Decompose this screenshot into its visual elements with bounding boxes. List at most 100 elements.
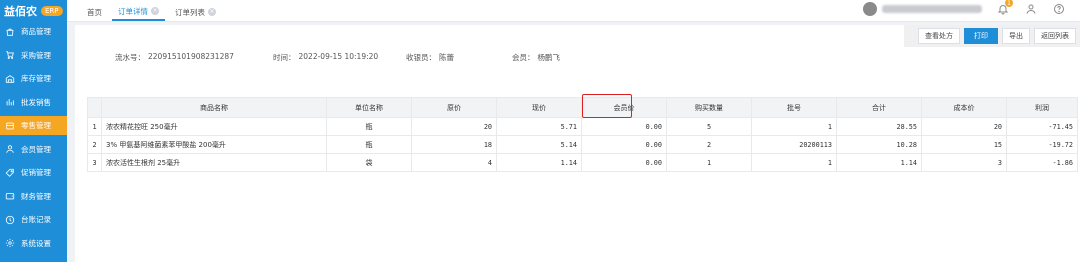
- user-profile[interactable]: [863, 2, 982, 16]
- column-header: 单位名称: [326, 97, 412, 118]
- cart-icon: [5, 50, 15, 60]
- sidebar-item-label: 库存管理: [21, 74, 51, 83]
- tab-label: 首页: [87, 7, 102, 17]
- table-cell: 5.14: [496, 135, 582, 154]
- column-header: 利润: [1006, 97, 1078, 118]
- sidebar-item-5[interactable]: 会员管理: [0, 140, 67, 159]
- table-cell: 1: [666, 153, 752, 172]
- user-icon[interactable]: [1024, 2, 1038, 16]
- sidebar-item-1[interactable]: 采购管理: [0, 46, 67, 65]
- table-cell: 3% 甲氨基阿维菌素苯甲酸盐 200毫升: [101, 135, 327, 154]
- serial-number: 流水号： 220915101908231287: [115, 52, 273, 63]
- table-cell: 28.55: [836, 117, 922, 136]
- table-cell: 20200113: [751, 135, 837, 154]
- bell-icon[interactable]: 1: [996, 0, 1013, 16]
- avatar[interactable]: [863, 2, 877, 16]
- table-cell: 2: [87, 135, 102, 154]
- serial-value: 220915101908231287: [148, 52, 234, 61]
- sidebar-item-8[interactable]: 台账记录: [0, 210, 67, 229]
- table-cell: 浓农精花控旺 250毫升: [101, 117, 327, 136]
- table-cell: 瓶: [326, 135, 412, 154]
- cashier-label: 收银员：: [406, 53, 436, 62]
- table-cell: -19.72: [1006, 135, 1078, 154]
- column-header: 成本价: [921, 97, 1007, 118]
- table-row[interactable]: 1 浓农精花控旺 250毫升瓶 20 5.71 0.00 5 1 28.55 20 -71.45: [87, 117, 1078, 136]
- back-to-list-button[interactable]: 返回列表: [1034, 28, 1076, 44]
- table-cell: 4: [411, 153, 497, 172]
- notification-badge: 1: [1005, 0, 1013, 7]
- table-cell: 10.28: [836, 135, 922, 154]
- table-cell: 5: [666, 117, 752, 136]
- brand-badge: ERP: [41, 6, 63, 16]
- user-icon: [5, 144, 15, 154]
- sidebar-item-4[interactable]: 零售管理: [0, 116, 67, 135]
- tab-label: 订单详情: [118, 6, 148, 16]
- table-cell: 3: [87, 153, 102, 172]
- export-button[interactable]: 导出: [1002, 28, 1030, 44]
- bag-icon: [5, 27, 15, 37]
- sidebar-item-label: 促销管理: [21, 168, 51, 177]
- table-row[interactable]: 3 浓农活性生根剂 25毫升袋 4 1.14 0.00 1 1 1.14 3 -1.86: [87, 153, 1078, 172]
- column-header: 合计: [836, 97, 922, 118]
- close-icon[interactable]: ×: [208, 8, 216, 16]
- sidebar-item-label: 台账记录: [21, 215, 51, 224]
- main-panel: 查看处方 打印 导出 返回列表 流水号： 220915101908231287 …: [75, 25, 1080, 262]
- topbar: 首页 订单详情 × 订单列表 × 1: [67, 0, 1080, 22]
- table-cell: 20: [411, 117, 497, 136]
- column-header: 商品名称: [101, 97, 327, 118]
- member: 会员： 杨鹏飞: [512, 52, 560, 63]
- view-prescription-button[interactable]: 查看处方: [918, 28, 960, 44]
- sidebar-item-label: 批发销售: [21, 97, 51, 107]
- sidebar-item-9[interactable]: 系统设置: [0, 234, 67, 253]
- sidebar-item-7[interactable]: 财务管理: [0, 187, 67, 206]
- help-icon[interactable]: [1052, 2, 1066, 16]
- sidebar-item-6[interactable]: 促销管理: [0, 163, 67, 182]
- bar-chart-icon: [5, 97, 15, 107]
- sidebar-item-2[interactable]: 库存管理: [0, 69, 67, 88]
- table-cell: 0.00: [581, 153, 667, 172]
- table-cell: 1.14: [836, 153, 922, 172]
- table-cell: 18: [411, 135, 497, 154]
- tab-label: 订单列表: [175, 7, 205, 17]
- table-cell: 0.00: [581, 117, 667, 136]
- sidebar: 益佰农 ERP 商品管理采购管理库存管理批发销售零售管理会员管理促销管理财务管理…: [0, 0, 67, 262]
- column-header: 现价: [496, 97, 582, 118]
- sidebar-item-label: 会员管理: [21, 144, 51, 154]
- table-cell: 5.71: [496, 117, 582, 136]
- table-cell: 3: [921, 153, 1007, 172]
- clock-icon: [5, 215, 15, 225]
- sidebar-item-label: 商品管理: [21, 27, 51, 36]
- table-cell: 15: [921, 135, 1007, 154]
- print-button[interactable]: 打印: [964, 28, 998, 44]
- action-bar: 查看处方 打印 导出 返回列表: [904, 25, 1080, 47]
- brand-name: 益佰农: [4, 5, 37, 18]
- table-cell: 瓶: [326, 117, 412, 136]
- store-icon: [5, 121, 15, 131]
- table-cell: 1.14: [496, 153, 582, 172]
- table-row[interactable]: 2 3% 甲氨基阿维菌素苯甲酸盐 200毫升瓶 18 5.14 0.00 2 2020011…: [87, 135, 1078, 154]
- order-info: 流水号： 220915101908231287 时间： 2022-09-15 1…: [115, 52, 560, 63]
- table-cell: 袋: [326, 153, 412, 172]
- cashier-value: 陈蕾: [439, 53, 454, 62]
- sidebar-item-label: 采购管理: [21, 50, 51, 60]
- table-cell: -1.86: [1006, 153, 1078, 172]
- column-header: 原价: [411, 97, 497, 118]
- table-cell: 1: [751, 153, 837, 172]
- sidebar-item-3[interactable]: 批发销售: [0, 93, 67, 112]
- column-header: 批号: [751, 97, 837, 118]
- table-cell: 20: [921, 117, 1007, 136]
- member-value: 杨鹏飞: [537, 53, 561, 62]
- user-area: 1: [863, 0, 1066, 16]
- sidebar-menu: 商品管理采购管理库存管理批发销售零售管理会员管理促销管理财务管理台账记录系统设置: [0, 22, 67, 253]
- tab-home[interactable]: 首页: [81, 3, 108, 21]
- time-label: 时间：: [273, 53, 296, 62]
- close-icon[interactable]: ×: [151, 7, 159, 15]
- order-time: 时间： 2022-09-15 10:19:20: [273, 52, 406, 63]
- sidebar-item-0[interactable]: 商品管理: [0, 22, 67, 41]
- member-label: 会员：: [512, 53, 535, 62]
- tab-order-list[interactable]: 订单列表 ×: [169, 3, 222, 21]
- brand: 益佰农 ERP: [0, 0, 67, 22]
- column-header: 购买数量: [666, 97, 752, 118]
- tab-order-detail[interactable]: 订单详情 ×: [112, 3, 165, 21]
- gear-icon: [5, 238, 15, 248]
